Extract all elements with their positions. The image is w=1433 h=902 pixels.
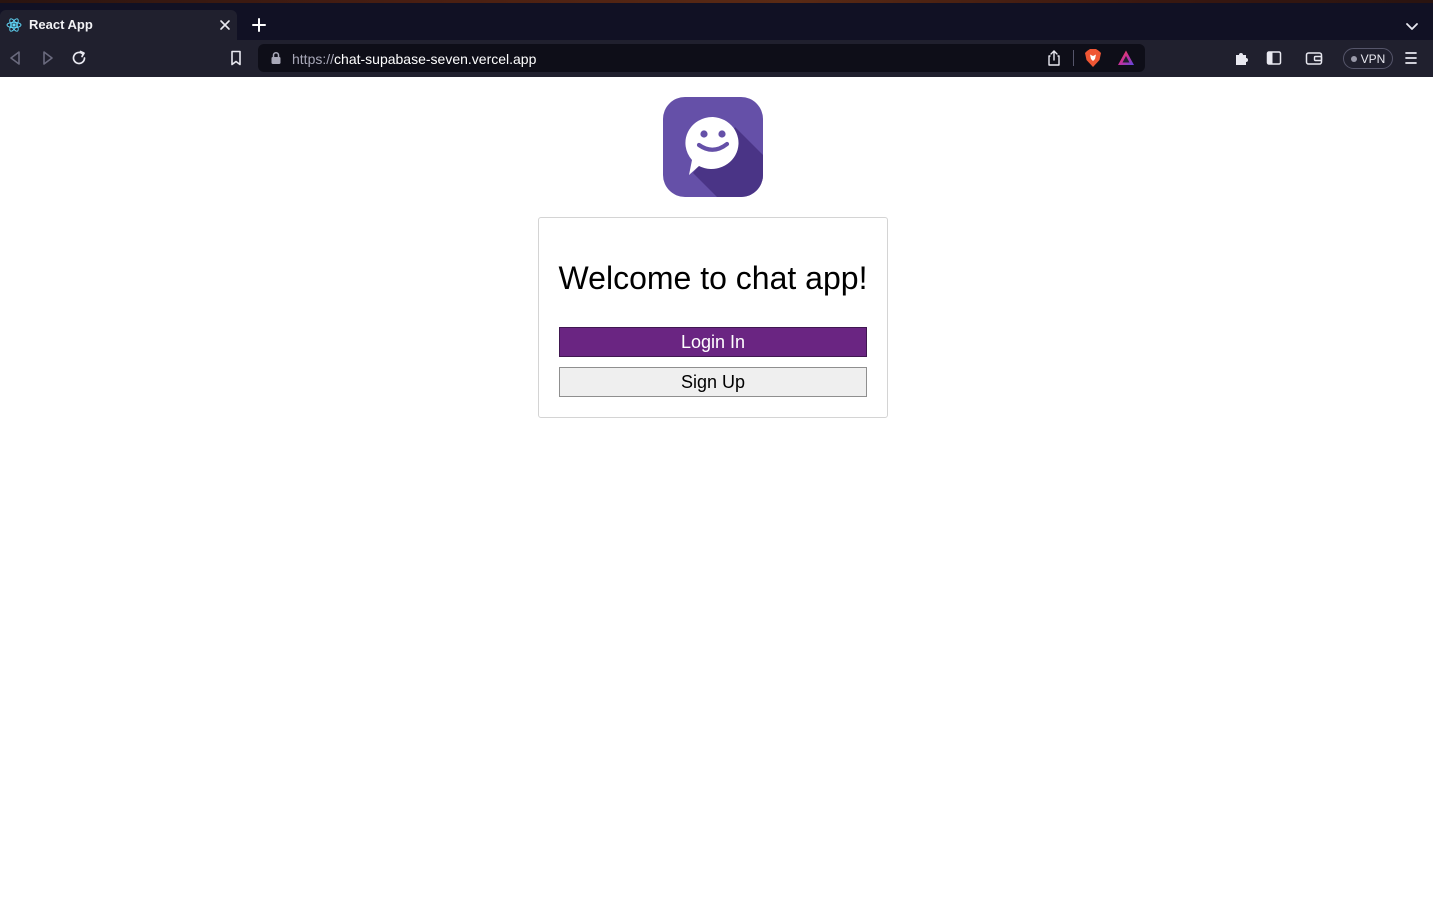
page-content: Welcome to chat app! Login In Sign Up (0, 77, 1433, 902)
page-title: Welcome to chat app! (558, 260, 868, 296)
tab-bar: React App (0, 3, 1433, 40)
sidebar-icon[interactable] (1265, 49, 1283, 67)
forward-icon[interactable] (38, 49, 56, 67)
welcome-card: Welcome to chat app! Login In Sign Up (538, 217, 888, 418)
tab-react-app[interactable]: React App (0, 10, 237, 40)
share-icon[interactable] (1046, 49, 1062, 67)
close-icon[interactable] (217, 17, 233, 33)
tab-title: React App (29, 17, 93, 32)
bookmark-icon[interactable] (227, 49, 245, 67)
puzzle-icon[interactable] (1233, 49, 1251, 67)
lock-icon (271, 51, 281, 64)
address-bar[interactable]: https://chat-supabase-seven.vercel.app (258, 44, 1145, 72)
brave-shields-icon[interactable] (1084, 48, 1102, 68)
vpn-status-dot (1350, 55, 1357, 62)
hamburger-menu-icon[interactable] (1402, 49, 1420, 67)
react-logo-icon (6, 18, 22, 32)
chevron-down-icon[interactable] (1404, 18, 1420, 34)
browser-toolbar: https://chat-supabase-seven.vercel.app V… (0, 40, 1433, 77)
plus-icon[interactable] (250, 16, 268, 34)
vpn-label: VPN (1360, 51, 1386, 66)
url-host: chat-supabase-seven.vercel.app (334, 51, 537, 67)
reload-icon[interactable] (70, 49, 88, 67)
chat-bubble-smile-icon (663, 97, 763, 197)
wallet-icon[interactable] (1305, 49, 1323, 67)
url-text[interactable]: https://chat-supabase-seven.vercel.app (292, 51, 536, 67)
back-icon[interactable] (7, 49, 25, 67)
signup-button[interactable]: Sign Up (559, 367, 867, 397)
url-divider (1073, 50, 1074, 66)
login-button[interactable]: Login In (559, 327, 867, 357)
vpn-button[interactable]: VPN (1343, 48, 1393, 69)
url-scheme: https:// (292, 51, 335, 67)
brave-rewards-icon[interactable] (1117, 49, 1135, 67)
